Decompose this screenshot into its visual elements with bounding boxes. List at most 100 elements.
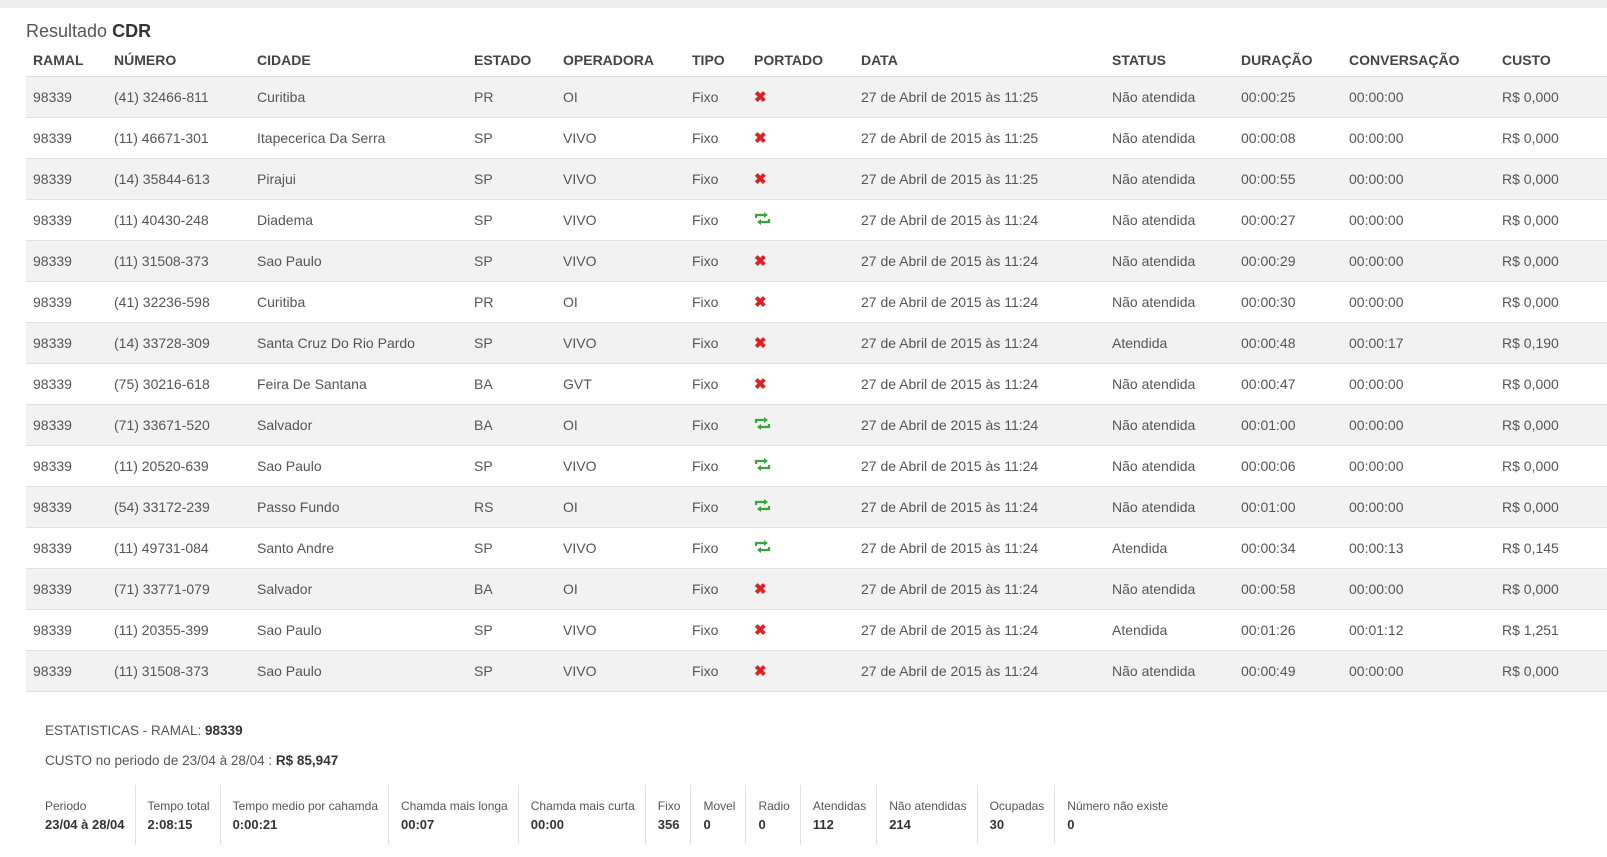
- col-ramal[interactable]: RAMAL: [26, 45, 107, 77]
- cell-cidade: Itapecerica Da Serra: [250, 117, 467, 159]
- cell-status: Não atendida: [1105, 650, 1234, 692]
- cell-duracao: 00:00:29: [1234, 240, 1342, 282]
- cell-duracao: 00:01:00: [1234, 404, 1342, 446]
- cell-conversacao: 00:00:13: [1342, 527, 1495, 569]
- table-row[interactable]: 98339 (14) 35844-613 Pirajui SP VIVO Fixo ✖ 27 …: [26, 158, 1607, 200]
- cell-tipo: Fixo: [685, 363, 747, 405]
- stat-box: Movel 0: [703, 785, 747, 845]
- table-header-row: RAMAL NÚMERO CIDADE ESTADO OPERADORA TIP…: [26, 45, 1607, 77]
- cell-data: 27 de Abril de 2015 às 11:24: [854, 650, 1105, 692]
- table-row[interactable]: 98339 (71) 33671-520 Salvador BA OI Fixo 27 de…: [26, 404, 1607, 446]
- cell-cidade: Passo Fundo: [250, 486, 467, 528]
- col-cidade[interactable]: CIDADE: [250, 45, 467, 77]
- cell-numero: (11) 20520-639: [107, 445, 250, 487]
- col-data[interactable]: DATA: [854, 45, 1105, 77]
- stat-box: Ocupadas 30: [990, 785, 1056, 845]
- cell-status: Não atendida: [1105, 76, 1234, 118]
- stat-box: Tempo total 2:08:15: [148, 785, 221, 845]
- col-estado[interactable]: ESTADO: [467, 45, 556, 77]
- cell-conversacao: 00:00:00: [1342, 240, 1495, 282]
- cell-status: Atendida: [1105, 322, 1234, 364]
- cell-status: Não atendida: [1105, 117, 1234, 159]
- cell-estado: PR: [467, 281, 556, 323]
- x-icon: ✖: [754, 662, 767, 680]
- cell-ramal: 98339: [26, 568, 107, 610]
- cell-tipo: Fixo: [685, 404, 747, 446]
- table-row[interactable]: 98339 (11) 49731-084 Santo Andre SP VIVO Fixo…: [26, 527, 1607, 569]
- cell-ramal: 98339: [26, 240, 107, 282]
- x-icon: ✖: [754, 129, 767, 147]
- cell-operadora: OI: [556, 76, 685, 118]
- stat-label: Tempo total: [147, 799, 210, 813]
- table-row[interactable]: 98339 (41) 32236-598 Curitiba PR OI Fixo ✖ 27 d…: [26, 281, 1607, 323]
- cell-duracao: 00:00:08: [1234, 117, 1342, 159]
- col-operadora[interactable]: OPERADORA: [556, 45, 685, 77]
- x-icon: ✖: [754, 375, 767, 393]
- table-row[interactable]: 98339 (11) 31508-373 Sao Paulo SP VIVO Fixo ✖ 2…: [26, 650, 1607, 692]
- cell-portado: [747, 404, 854, 446]
- cell-custo: R$ 0,000: [1495, 281, 1607, 323]
- table-row[interactable]: 98339 (11) 20520-639 Sao Paulo SP VIVO Fixo 27…: [26, 445, 1607, 487]
- cell-duracao: 00:00:49: [1234, 650, 1342, 692]
- col-custo[interactable]: CUSTO: [1495, 45, 1607, 77]
- cell-portado: [747, 486, 854, 528]
- cell-portado: ✖: [747, 117, 854, 159]
- table-row[interactable]: 98339 (11) 31508-373 Sao Paulo SP VIVO Fixo ✖ 2…: [26, 240, 1607, 282]
- table-row[interactable]: 98339 (11) 40430-248 Diadema SP VIVO Fixo 27 d…: [26, 199, 1607, 241]
- cell-cidade: Sao Paulo: [250, 240, 467, 282]
- x-icon: ✖: [754, 334, 767, 352]
- table-row[interactable]: 98339 (11) 20355-399 Sao Paulo SP VIVO Fixo ✖ 2…: [26, 609, 1607, 651]
- cell-status: Atendida: [1105, 609, 1234, 651]
- table-row[interactable]: 98339 (75) 30216-618 Feira De Santana BA GVT…: [26, 363, 1607, 405]
- cell-duracao: 00:00:34: [1234, 527, 1342, 569]
- cell-operadora: VIVO: [556, 650, 685, 692]
- cell-operadora: VIVO: [556, 445, 685, 487]
- cell-custo: R$ 0,000: [1495, 445, 1607, 487]
- table-row[interactable]: 98339 (14) 33728-309 Santa Cruz Do Rio Par…: [26, 322, 1607, 364]
- cell-numero: (11) 31508-373: [107, 650, 250, 692]
- cell-portado: ✖: [747, 363, 854, 405]
- x-icon: ✖: [754, 580, 767, 598]
- table-row[interactable]: 98339 (11) 46671-301 Itapecerica Da Serra S…: [26, 117, 1607, 159]
- cell-status: Não atendida: [1105, 363, 1234, 405]
- stat-box: Atendidas 112: [812, 785, 878, 845]
- cdr-panel: Resultado CDR RAMAL NÚMERO CIDADE ESTADO…: [0, 8, 1607, 857]
- cell-cidade: Curitiba: [250, 76, 467, 118]
- col-portado[interactable]: PORTADO: [747, 45, 854, 77]
- table-row[interactable]: 98339 (71) 33771-079 Salvador BA OI Fixo ✖ 27 d…: [26, 568, 1607, 610]
- cell-tipo: Fixo: [685, 158, 747, 200]
- cell-conversacao: 00:00:00: [1342, 117, 1495, 159]
- cell-numero: (11) 31508-373: [107, 240, 250, 282]
- cell-custo: R$ 0,000: [1495, 404, 1607, 446]
- stat-label: Atendidas: [812, 799, 867, 813]
- table-row[interactable]: 98339 (41) 32466-811 Curitiba PR OI Fixo ✖ 27 d…: [26, 76, 1607, 118]
- cell-data: 27 de Abril de 2015 às 11:24: [854, 609, 1105, 651]
- cell-conversacao: 00:00:00: [1342, 199, 1495, 241]
- cell-operadora: VIVO: [556, 117, 685, 159]
- col-tipo[interactable]: TIPO: [685, 45, 747, 77]
- cell-portado: ✖: [747, 281, 854, 323]
- col-numero[interactable]: NÚMERO: [107, 45, 250, 77]
- table-row[interactable]: 98339 (54) 33172-239 Passo Fundo RS OI Fixo 27…: [26, 486, 1607, 528]
- stat-label: Ocupadas: [989, 799, 1045, 813]
- cell-operadora: VIVO: [556, 527, 685, 569]
- cell-status: Não atendida: [1105, 568, 1234, 610]
- stat-value: 112: [812, 817, 834, 832]
- col-status[interactable]: STATUS: [1105, 45, 1234, 77]
- cell-estado: SP: [467, 117, 556, 159]
- stat-box: Tempo medio por cahamda 0:00:21: [233, 785, 389, 845]
- cell-tipo: Fixo: [685, 568, 747, 610]
- cell-conversacao: 00:00:00: [1342, 158, 1495, 200]
- col-duracao[interactable]: DURAÇÃO: [1234, 45, 1342, 77]
- cell-custo: R$ 0,145: [1495, 527, 1607, 569]
- cell-duracao: 00:00:06: [1234, 445, 1342, 487]
- cell-ramal: 98339: [26, 527, 107, 569]
- stats-cost-label: CUSTO no periodo de 23/04 à 28/04 :: [45, 753, 276, 768]
- stat-label: Periodo: [45, 799, 87, 813]
- cell-tipo: Fixo: [685, 486, 747, 528]
- stat-value: 23/04 à 28/04: [45, 817, 125, 832]
- cell-portado: [747, 445, 854, 487]
- col-conversacao[interactable]: CONVERSAÇÃO: [1342, 45, 1495, 77]
- cell-status: Atendida: [1105, 527, 1234, 569]
- cell-data: 27 de Abril de 2015 às 11:24: [854, 322, 1105, 364]
